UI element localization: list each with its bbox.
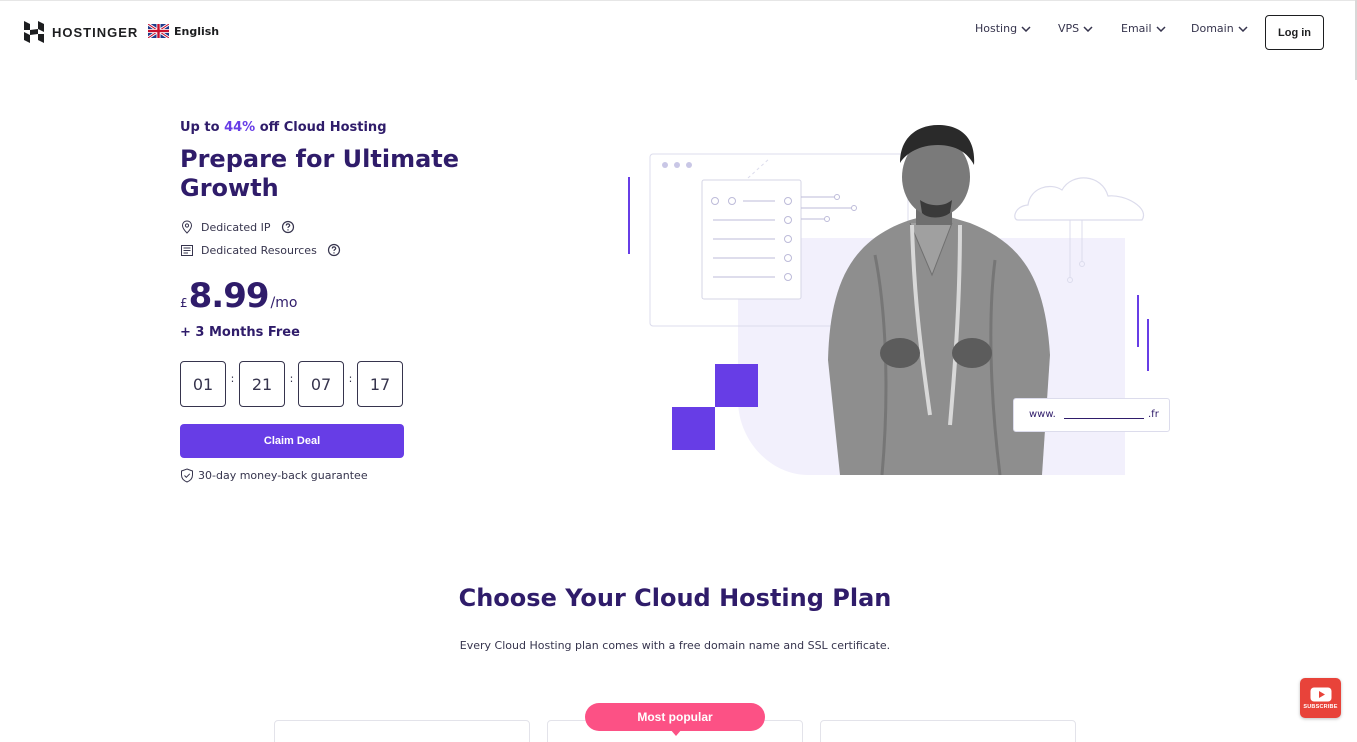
kicker-prefix: Up to [180, 120, 225, 135]
domain-underline [1064, 418, 1144, 419]
chevron-down-icon [1238, 25, 1248, 32]
top-navigation: HOSTINGER English Hosting VPS Email Doma… [0, 0, 1357, 62]
subscribe-label: SUBSCRIBE [1303, 703, 1338, 710]
nav-email[interactable]: Email [1121, 22, 1166, 35]
domain-prefix: www. [1029, 409, 1056, 420]
countdown-timer: 01 : 21 : 07 : 17 [180, 361, 403, 407]
brand-name: HOSTINGER [52, 24, 139, 40]
plan-card [274, 720, 530, 742]
badge-pointer [670, 729, 682, 736]
feature-dedicated-resources: Dedicated Resources [180, 243, 341, 257]
language-selector[interactable]: English [148, 24, 219, 38]
nav-vps[interactable]: VPS [1058, 22, 1093, 35]
price-period: /mo [270, 295, 298, 311]
bonus-offer: + 3 Months Free [180, 325, 300, 340]
location-pin-icon [181, 220, 193, 234]
nav-hosting[interactable]: Hosting [975, 22, 1031, 35]
help-icon[interactable] [327, 243, 341, 257]
feature-dedicated-ip: Dedicated IP [180, 220, 295, 234]
nav-domain[interactable]: Domain [1191, 22, 1248, 35]
language-label: English [174, 24, 220, 38]
money-back-guarantee: 30-day money-back guarantee [180, 468, 368, 483]
chevron-down-icon [1156, 25, 1166, 32]
youtube-play-icon [1310, 687, 1331, 701]
plans-section-subtitle: Every Cloud Hosting plan comes with a fr… [459, 639, 891, 652]
document-icon [181, 245, 193, 256]
nav-domain-label: Domain [1191, 22, 1234, 35]
hostinger-logo-icon [24, 21, 44, 43]
timer-separator: : [348, 371, 353, 385]
chevron-down-icon [1021, 25, 1031, 32]
price-currency: £ [180, 296, 188, 310]
plans-section-title: Choose Your Cloud Hosting Plan [458, 584, 892, 612]
uk-flag-icon [148, 24, 169, 38]
shield-check-icon [181, 468, 193, 483]
login-button[interactable]: Log in [1265, 15, 1324, 50]
most-popular-badge: Most popular [585, 703, 765, 731]
price-amount: 8.99 [188, 276, 270, 316]
plan-card [820, 720, 1076, 742]
kicker-suffix: off Cloud Hosting [255, 120, 387, 135]
timer-hours: 21 [239, 361, 285, 407]
hero-title: Prepare for Ultimate Growth [180, 145, 460, 202]
timer-days: 01 [180, 361, 226, 407]
feature-label: Dedicated IP [201, 220, 271, 234]
hostinger-logo[interactable]: HOSTINGER [24, 21, 138, 43]
claim-deal-button[interactable]: Claim Deal [180, 424, 404, 458]
domain-search-graphic: www. .fr [1013, 398, 1170, 432]
feature-label: Dedicated Resources [201, 243, 317, 257]
guarantee-label: 30-day money-back guarantee [198, 469, 368, 482]
timer-minutes: 07 [298, 361, 344, 407]
nav-vps-label: VPS [1058, 22, 1080, 35]
subscribe-widget[interactable]: SUBSCRIBE [1300, 678, 1341, 718]
timer-separator: : [230, 371, 235, 385]
nav-email-label: Email [1121, 22, 1152, 35]
domain-suffix: .fr [1148, 409, 1159, 420]
timer-seconds: 17 [357, 361, 403, 407]
discount-kicker: Up to 44% off Cloud Hosting [180, 120, 387, 135]
help-icon[interactable] [281, 220, 295, 234]
nav-hosting-label: Hosting [975, 22, 1018, 35]
price: £ 8.99 /mo [180, 276, 297, 316]
timer-separator: : [289, 371, 294, 385]
discount-percent: 44% [224, 120, 256, 135]
chevron-down-icon [1083, 25, 1093, 32]
